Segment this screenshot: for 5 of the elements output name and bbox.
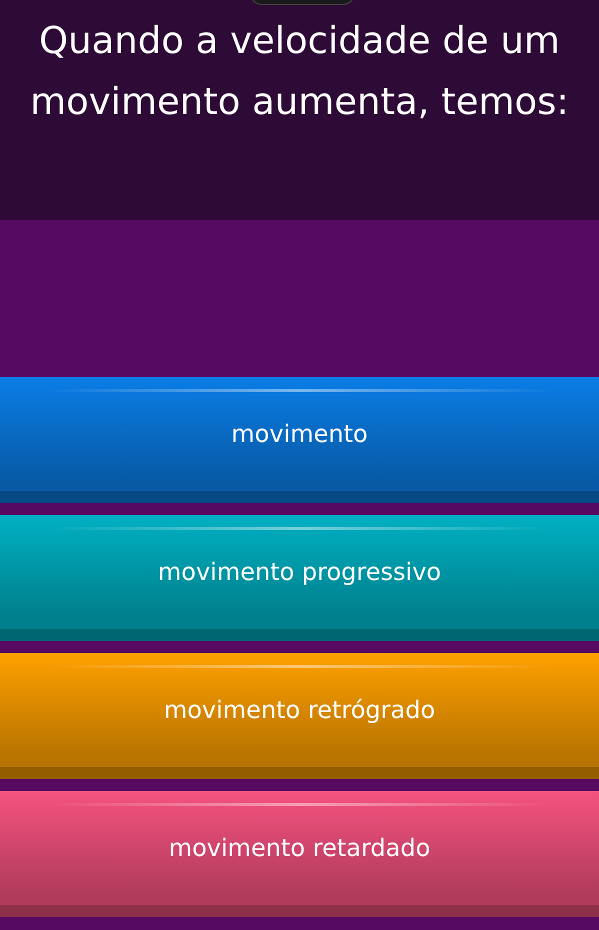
answer-option[interactable]: movimento progressivo — [0, 515, 599, 641]
question-text: Quando a velocidade de um movimento aumenta, temos: — [29, 18, 570, 125]
answer-option[interactable]: movimento retrógrado — [0, 653, 599, 779]
answer-option[interactable]: movimento — [0, 377, 599, 503]
answer-option[interactable]: movimento retardado — [0, 791, 599, 917]
